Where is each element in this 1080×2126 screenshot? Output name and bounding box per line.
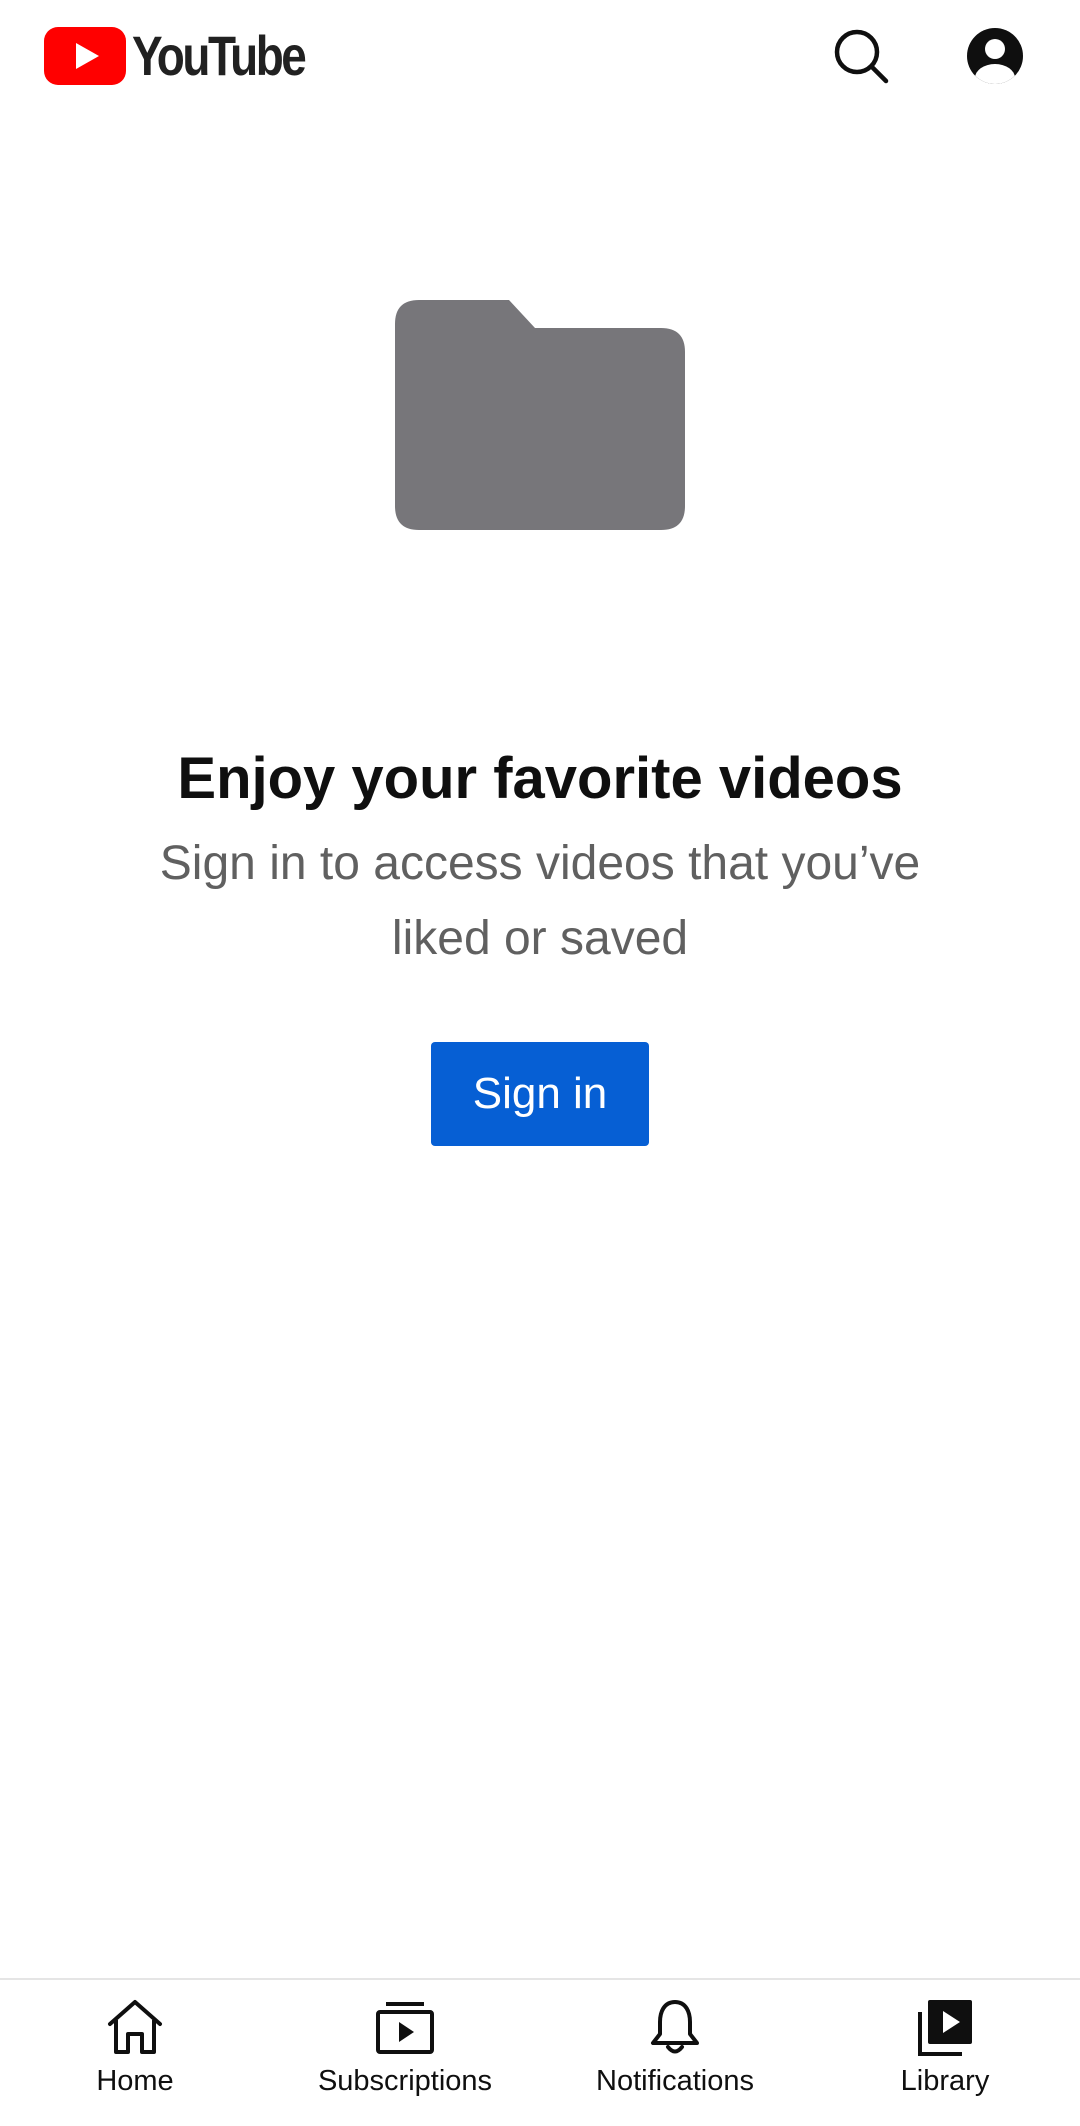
nav-notifications-label: Notifications: [596, 2065, 754, 2097]
subscriptions-icon: [376, 2002, 434, 2054]
account-circle-icon: [967, 28, 1023, 84]
top-app-bar: YouTube: [0, 0, 1080, 112]
youtube-wordmark: YouTube: [132, 24, 307, 87]
nav-home[interactable]: Home: [0, 1980, 270, 2126]
youtube-play-logo-icon: [44, 27, 126, 85]
folder-icon: [395, 300, 685, 530]
youtube-logo[interactable]: YouTube: [44, 27, 342, 85]
home-icon: [108, 2000, 162, 2054]
bottom-navigation: Home Subscriptions Notifications Library: [0, 1978, 1080, 2126]
nav-library[interactable]: Library: [810, 1980, 1080, 2126]
nav-subscriptions[interactable]: Subscriptions: [270, 1980, 540, 2126]
nav-subscriptions-label: Subscriptions: [317, 2065, 493, 2097]
youtube-library-screen: YouTube Enjoy your favorite videos Sign …: [0, 0, 1080, 2126]
library-icon: [918, 2000, 972, 2056]
search-icon: [834, 29, 889, 84]
nav-library-label: Library: [900, 2065, 990, 2097]
empty-state: Enjoy your favorite videos Sign in to ac…: [0, 300, 1080, 1146]
account-button[interactable]: [958, 19, 1032, 93]
nav-home-label: Home: [96, 2065, 174, 2097]
search-button[interactable]: [824, 19, 898, 93]
empty-state-title: Enjoy your favorite videos: [177, 746, 903, 811]
sign-in-button[interactable]: Sign in: [431, 1041, 649, 1146]
bell-icon: [651, 2000, 699, 2054]
nav-notifications[interactable]: Notifications: [540, 1980, 810, 2126]
empty-state-subtitle: Sign in to access videos that you’ve lik…: [159, 836, 921, 965]
header-actions: [824, 19, 1032, 93]
